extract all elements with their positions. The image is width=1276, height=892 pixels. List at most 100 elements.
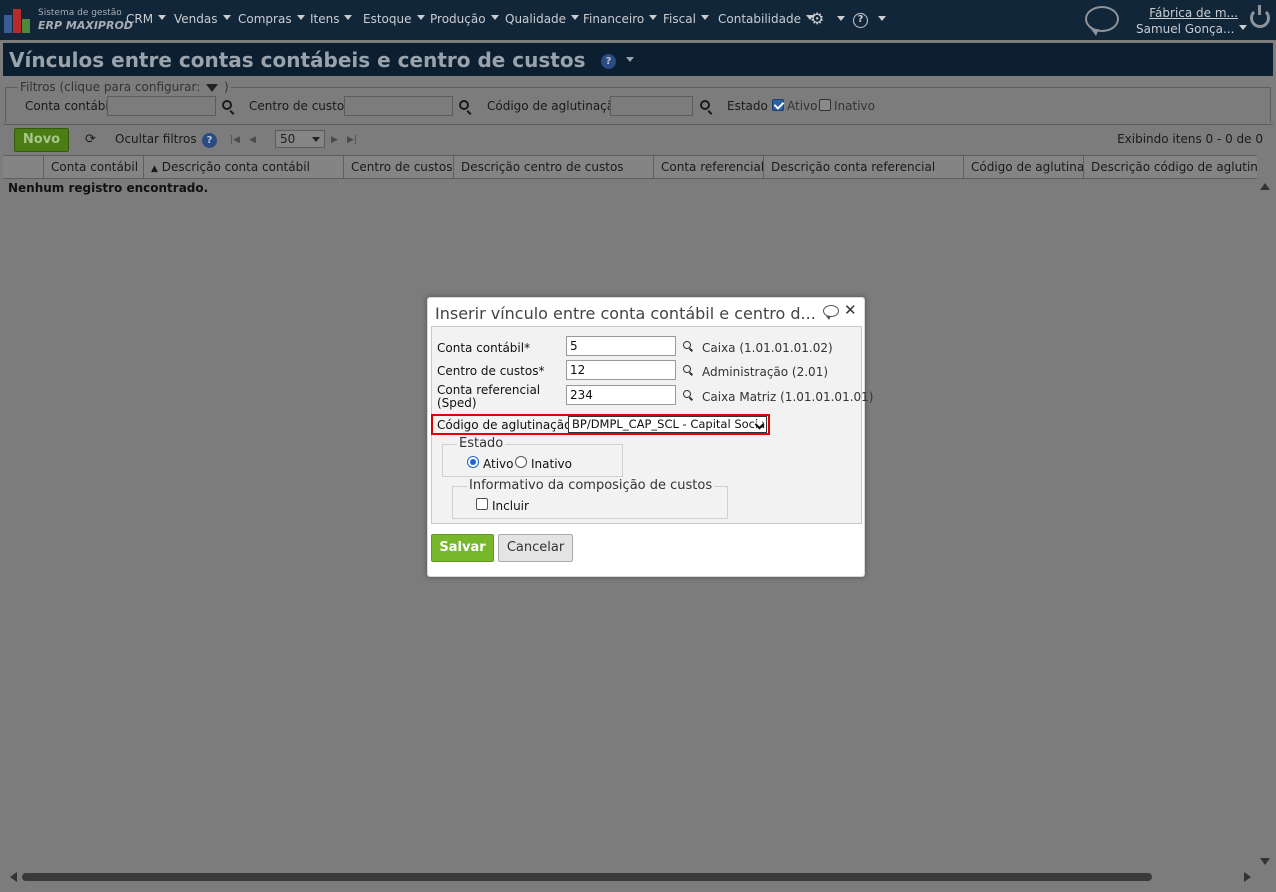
nav-item-itens[interactable]: Itens <box>310 12 352 26</box>
col-descricao-conta-referencial[interactable]: Descrição conta referencial <box>763 156 963 178</box>
filter-funnel-icon[interactable] <box>206 84 219 92</box>
grid-header: Conta contábil ▲ Descrição conta contábi… <box>3 155 1257 179</box>
col-conta-contabil[interactable]: Conta contábil <box>43 156 143 178</box>
prev-page-icon[interactable]: ◀ <box>249 135 256 145</box>
centro-custos-search-icon[interactable] <box>683 365 691 373</box>
filter-conta-search-icon[interactable] <box>222 100 232 110</box>
informativo-legend: Informativo da composição de custos <box>467 478 715 493</box>
estado-legend: Estado <box>457 436 506 451</box>
conta-referencial-label-line2: (Sped) <box>437 396 477 410</box>
filters-legend-text: Filtros (clique para configurar: <box>20 80 201 94</box>
centro-custos-input[interactable]: 12 <box>566 360 676 380</box>
filter-estado-label: Estado <box>727 99 768 113</box>
col-descricao-codigo-aglutinacao[interactable]: Descrição código de aglutinação <box>1083 156 1257 178</box>
filter-conta-label: Conta contábil <box>25 99 113 113</box>
col-descricao-conta-contabil[interactable]: ▲ Descrição conta contábil <box>143 156 343 178</box>
company-link[interactable]: Fábrica de m... <box>1149 6 1238 20</box>
filter-centro-search-icon[interactable] <box>459 100 469 110</box>
logo-icon[interactable] <box>4 7 32 33</box>
dialog-title: Inserir vínculo entre conta contábil e c… <box>435 304 816 323</box>
col-centro-custos[interactable]: Centro de custos <box>343 156 453 178</box>
brand-subtitle: Sistema de gestão <box>38 8 122 18</box>
conta-contabil-search-icon[interactable] <box>683 341 691 349</box>
estado-inativo-label: Inativo <box>531 457 572 471</box>
gear-dropdown-caret[interactable] <box>837 16 845 21</box>
toolbar-divider <box>3 124 1273 125</box>
filter-inativo-label: Inativo <box>834 99 875 113</box>
sort-asc-icon: ▲ <box>151 164 158 174</box>
filter-conta-input[interactable] <box>107 96 216 116</box>
filter-inativo-checkbox[interactable] <box>819 99 831 111</box>
last-page-icon[interactable]: ▶| <box>347 135 357 145</box>
estado-inativo-radio[interactable] <box>515 456 527 468</box>
codigo-aglutinacao-label: Código de aglutinação <box>437 418 572 432</box>
incluir-checkbox[interactable] <box>476 498 488 510</box>
nav-item-crm[interactable]: CRM <box>126 12 166 26</box>
horizontal-scrollbar[interactable] <box>22 873 1152 881</box>
filter-codigo-input[interactable] <box>610 96 693 116</box>
conta-referencial-search-icon[interactable] <box>683 390 691 398</box>
conta-contabil-input[interactable]: 5 <box>566 336 676 356</box>
items-count: Exibindo itens 0 - 0 de 0 <box>1117 132 1263 146</box>
conta-referencial-input[interactable]: 234 <box>566 385 676 405</box>
centro-custos-description: Administração (2.01) <box>702 365 829 379</box>
question-icon[interactable]: ? <box>853 13 868 28</box>
nav-item-vendas[interactable]: Vendas <box>174 12 231 26</box>
nav-item-estoque[interactable]: Estoque <box>363 12 425 26</box>
nav-item-compras[interactable]: Compras <box>238 12 305 26</box>
chat-icon[interactable] <box>1085 6 1119 36</box>
page-title: Vínculos entre contas contábeis e centro… <box>9 48 586 72</box>
page-help-icon[interactable]: ? <box>601 54 616 69</box>
conta-contabil-description: Caixa (1.01.01.01.02) <box>702 341 833 355</box>
filter-ativo-checkbox[interactable] <box>772 99 784 111</box>
incluir-label: Incluir <box>492 499 529 513</box>
gear-icon[interactable]: ⚙ <box>810 9 824 28</box>
page-size-select[interactable]: 50 <box>275 130 325 148</box>
scroll-up-arrow[interactable] <box>1260 183 1270 190</box>
hide-filters-button[interactable]: Ocultar filtros <box>115 132 197 146</box>
col-descricao-centro-custos[interactable]: Descrição centro de custos <box>453 156 653 178</box>
nav-item-fiscal[interactable]: Fiscal <box>663 12 709 26</box>
col-codigo-aglutinacao[interactable]: Código de aglutinação <box>963 156 1083 178</box>
brand-name: ERP MAXIPROD <box>38 19 133 32</box>
codigo-aglutinacao-select[interactable]: BP/DMPL_CAP_SCL - Capital Social <box>568 416 767 433</box>
conta-referencial-description: Caixa Matriz (1.01.01.01.01) <box>702 390 874 404</box>
filter-centro-label: Centro de custos <box>249 99 351 113</box>
estado-ativo-radio[interactable] <box>467 456 479 468</box>
filter-centro-input[interactable] <box>344 96 453 116</box>
filter-ativo-label: Ativo <box>787 99 818 113</box>
save-button[interactable]: Salvar <box>431 534 494 562</box>
power-icon[interactable] <box>1250 5 1270 28</box>
page-options-caret[interactable] <box>626 57 634 62</box>
top-nav: Sistema de gestão ERP MAXIPROD CRM Venda… <box>0 0 1276 40</box>
first-page-icon[interactable]: |◀ <box>230 135 240 145</box>
dialog-form-panel: Conta contábil* 5 Caixa (1.01.01.01.02) … <box>431 326 873 524</box>
close-icon[interactable]: ✕ <box>844 301 857 319</box>
filter-codigo-search-icon[interactable] <box>700 100 710 110</box>
nav-item-financeiro[interactable]: Financeiro <box>583 12 657 26</box>
scroll-left-arrow[interactable] <box>10 872 17 882</box>
nav-item-contabilidade[interactable]: Contabilidade <box>718 12 814 26</box>
refresh-icon[interactable]: ⟳ <box>85 132 96 147</box>
novo-button[interactable]: Novo <box>14 128 69 152</box>
filter-codigo-label: Código de aglutinação <box>487 99 622 113</box>
help-dropdown-caret[interactable] <box>878 16 886 21</box>
col-conta-referencial[interactable]: Conta referencial <box>653 156 763 178</box>
next-page-icon[interactable]: ▶ <box>331 135 338 145</box>
user-menu[interactable]: Samuel Gonça... <box>1136 22 1247 36</box>
conta-referencial-label: Conta referencial (Sped) <box>437 384 540 410</box>
centro-custos-label: Centro de custos* <box>437 364 545 378</box>
cancel-button[interactable]: Cancelar <box>498 534 573 562</box>
conta-contabil-label: Conta contábil* <box>437 341 531 355</box>
page-title-bar: Vínculos entre contas contábeis e centro… <box>3 43 1273 76</box>
estado-ativo-label: Ativo <box>483 457 514 471</box>
col-descricao-conta-contabil-label: Descrição conta contábil <box>161 160 310 174</box>
scroll-down-arrow[interactable] <box>1260 858 1270 865</box>
nav-item-producao[interactable]: Produção <box>430 12 499 26</box>
nav-item-qualidade[interactable]: Qualidade <box>505 12 579 26</box>
filters-legend[interactable]: Filtros (clique para configurar: ) <box>18 80 231 94</box>
scroll-right-arrow[interactable] <box>1244 872 1251 882</box>
filters-legend-end: ) <box>223 80 229 94</box>
toolbar-help-icon[interactable]: ? <box>202 133 217 148</box>
dialog-chat-icon[interactable] <box>823 305 839 320</box>
